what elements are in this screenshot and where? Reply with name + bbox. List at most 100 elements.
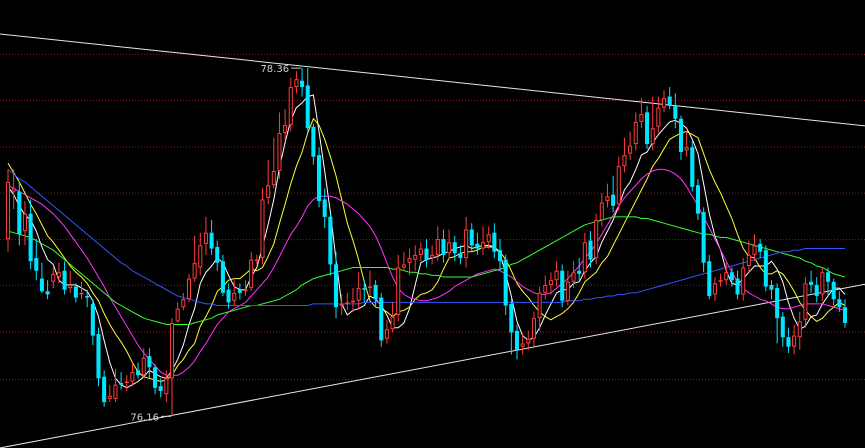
- candle-body: [243, 289, 248, 292]
- chart-background: [0, 0, 865, 448]
- candle-body: [345, 302, 350, 304]
- candle-body: [124, 381, 129, 384]
- candle-body: [407, 258, 412, 263]
- candle: [690, 140, 695, 192]
- candle: [317, 147, 322, 208]
- candle-body: [96, 334, 101, 379]
- candle-body: [616, 166, 621, 205]
- candle-body: [373, 284, 378, 300]
- candle-body: [792, 335, 797, 347]
- candle-body: [775, 288, 780, 319]
- candle: [701, 207, 706, 273]
- candle-body: [809, 281, 814, 285]
- candle-body: [430, 254, 435, 259]
- candle-body: [384, 329, 389, 339]
- candle-body: [85, 296, 90, 298]
- candle-body: [639, 113, 644, 122]
- candle-body: [226, 289, 231, 303]
- candle-body: [107, 395, 112, 399]
- candle-body: [164, 378, 169, 395]
- candle-body: [599, 202, 604, 221]
- candle-body: [17, 191, 22, 235]
- candle-body: [28, 213, 33, 262]
- candle-body: [797, 321, 802, 338]
- candle: [260, 188, 265, 265]
- candle-body: [68, 284, 73, 289]
- candle-body: [73, 286, 78, 298]
- candle-body: [435, 239, 440, 255]
- candle-body: [452, 242, 457, 254]
- candle-body: [475, 243, 480, 249]
- candle-body: [633, 121, 638, 145]
- candle-body: [220, 261, 225, 293]
- candle-body: [531, 318, 536, 339]
- candle-body: [481, 242, 486, 249]
- candle-body: [724, 272, 729, 281]
- candle-body: [209, 232, 214, 249]
- candle-body: [752, 245, 757, 255]
- candle-body: [814, 284, 819, 297]
- candle-body: [667, 96, 672, 107]
- candle-body: [842, 307, 848, 323]
- candle-body: [560, 270, 565, 301]
- candle-body: [181, 299, 186, 308]
- candle-body: [661, 98, 667, 108]
- candle-body: [758, 243, 763, 252]
- candle-body: [837, 299, 842, 308]
- candle-body: [271, 170, 276, 186]
- candle-body: [735, 278, 740, 295]
- high-label: 78.36: [260, 64, 289, 75]
- candle-body: [34, 258, 39, 271]
- candle-body: [554, 270, 559, 281]
- candle-body: [367, 286, 372, 289]
- candle-body: [497, 250, 503, 262]
- candle-body: [571, 272, 576, 282]
- candle-body: [628, 145, 633, 154]
- candle-body: [514, 330, 520, 350]
- candle-body: [746, 254, 751, 266]
- candle-body: [90, 303, 95, 336]
- candle-body: [469, 229, 474, 246]
- candle-body: [712, 283, 717, 295]
- candle-body: [362, 288, 367, 290]
- candle-body: [79, 292, 84, 295]
- candle-body: [729, 272, 734, 281]
- candle-body: [611, 194, 616, 206]
- candle-body: [56, 272, 61, 278]
- candle-body: [175, 308, 180, 322]
- candle: [763, 245, 768, 292]
- candle-body: [718, 280, 723, 282]
- candle-body: [458, 253, 463, 259]
- candle-body: [769, 284, 774, 290]
- candle-body: [62, 270, 67, 290]
- candle-body: [413, 254, 418, 260]
- candle-body: [192, 262, 197, 279]
- candle-body: [328, 216, 333, 265]
- candle-body: [656, 107, 661, 127]
- candlestick-chart: 78.36 76.16: [0, 0, 865, 448]
- low-label: 76.16: [130, 412, 159, 423]
- candle-body: [786, 337, 791, 347]
- candle-body: [198, 245, 203, 268]
- candle-body: [424, 248, 429, 260]
- candle-body: [486, 234, 491, 243]
- candle-body: [215, 246, 220, 263]
- candle-body: [418, 248, 423, 255]
- candle-body: [305, 85, 310, 129]
- candle-body: [565, 281, 570, 301]
- candle-body: [831, 281, 836, 300]
- candle-body: [311, 126, 316, 157]
- candle-body: [294, 79, 299, 88]
- candle-body: [119, 383, 124, 385]
- candle-body: [690, 147, 695, 187]
- candle-body: [447, 242, 452, 254]
- candle-body: [605, 196, 610, 202]
- candle-body: [673, 106, 678, 119]
- candle-body: [645, 112, 650, 145]
- candle-body: [51, 273, 56, 282]
- candle-body: [492, 232, 497, 252]
- candle-body: [333, 264, 339, 308]
- candle-body: [526, 338, 531, 344]
- candle-body: [232, 292, 237, 301]
- candle-body: [266, 185, 271, 198]
